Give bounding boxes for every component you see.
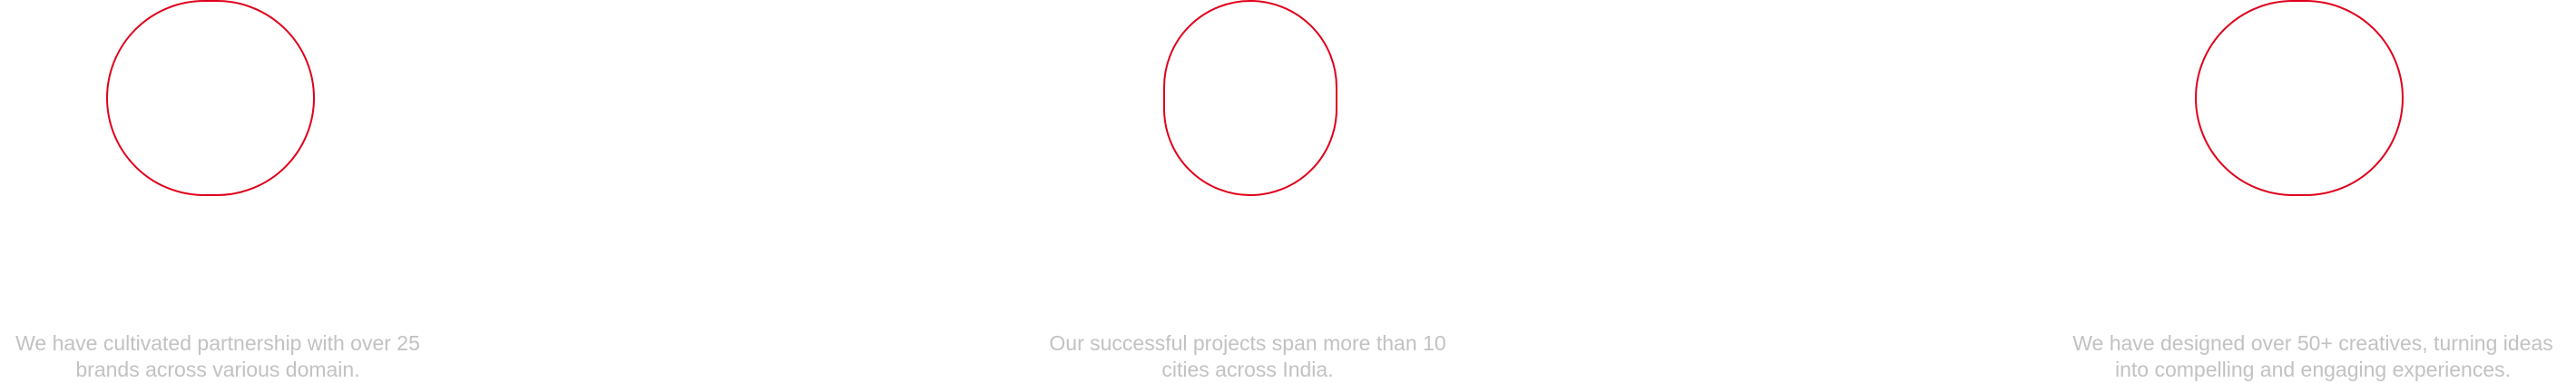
stat-outline-shape: [1163, 0, 1337, 196]
stat-caption: Our successful projects span more than 1…: [1030, 330, 1465, 383]
stat-caption-line: We have designed over 50+ creatives, tur…: [2072, 331, 2553, 355]
stat-caption-line: We have cultivated partnership with over…: [15, 331, 420, 355]
stat-outline-shape: [106, 0, 315, 196]
stat-card-creatives: We have designed over 50+ creatives, tur…: [2054, 0, 2576, 382]
stat-outline-shape: [2195, 0, 2404, 196]
stat-card-cities: Our successful projects span more than 1…: [1030, 0, 1465, 382]
stat-caption-line: into compelling and engaging experiences…: [2114, 358, 2512, 381]
stat-caption: We have designed over 50+ creatives, tur…: [2054, 330, 2571, 383]
stat-caption-line: brands across various domain.: [75, 358, 360, 381]
stat-caption: We have cultivated partnership with over…: [0, 330, 436, 383]
stat-caption-line: Our successful projects span more than 1…: [1049, 331, 1446, 355]
stat-card-partnerships: We have cultivated partnership with over…: [0, 0, 436, 382]
stat-caption-line: cities across India.: [1161, 358, 1334, 381]
